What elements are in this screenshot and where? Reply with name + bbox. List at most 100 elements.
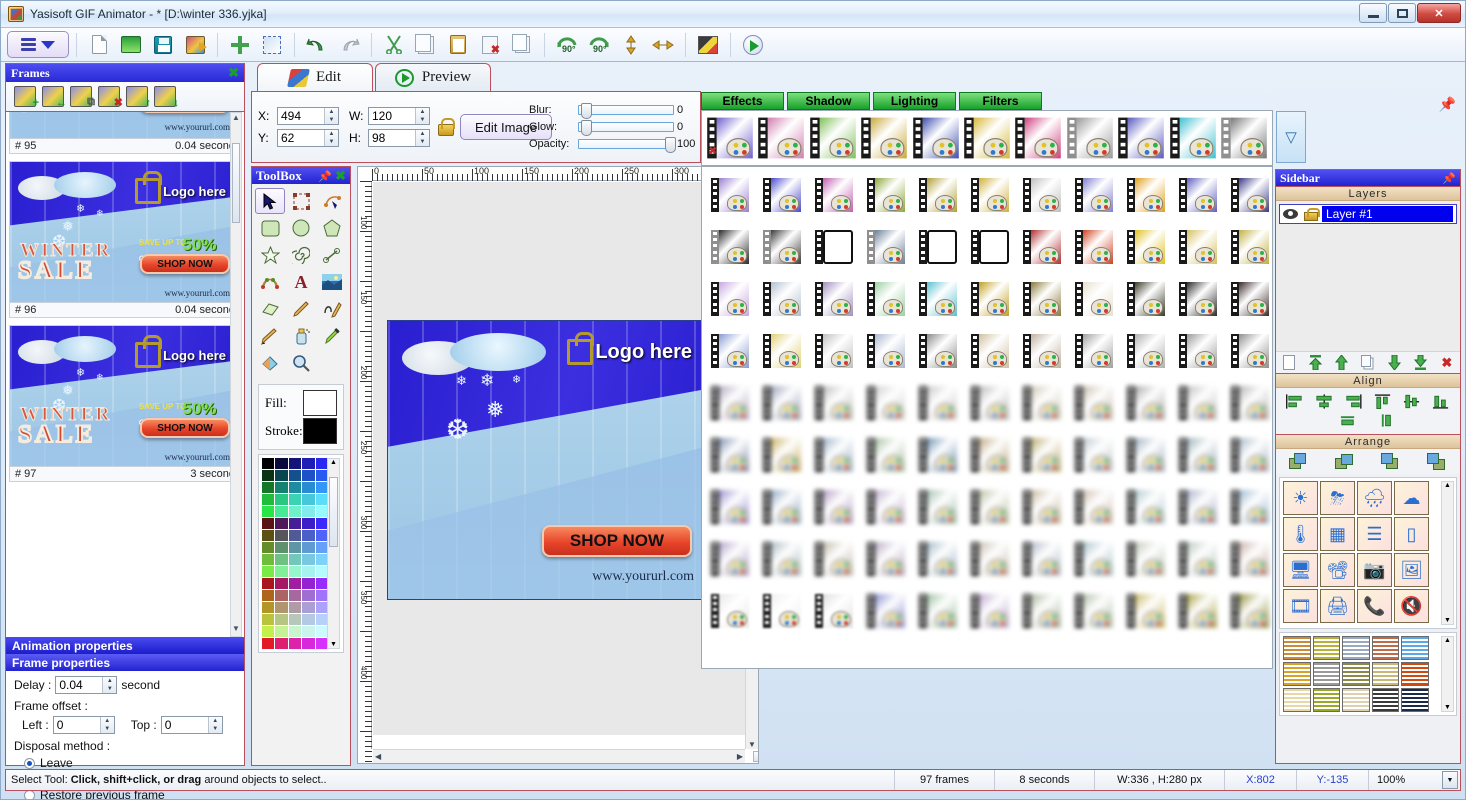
move-frame-up-button[interactable]: ↑ [126,86,151,109]
palette-swatch[interactable] [302,482,315,493]
pencil-tool[interactable] [286,296,316,322]
list-item[interactable]: Layer #1 [1279,204,1457,224]
palette-swatch[interactable] [262,518,275,529]
palette-swatch[interactable] [302,494,315,505]
effect-preset[interactable] [1016,169,1068,221]
stepper-arrows[interactable]: ▲ ▼ [102,677,117,693]
fill-tool[interactable] [255,350,285,376]
palette-swatch[interactable] [288,638,302,649]
gradient-swatch[interactable] [1342,662,1370,686]
frames-list[interactable]: Logo here WINTER SAVE UP TO 50% ON ALL I… [6,112,244,637]
frames-scrollbar[interactable]: ▲ ▼ [230,112,242,637]
palette-swatch[interactable] [302,590,315,601]
effect-preset[interactable] [1224,429,1272,481]
palette-swatch[interactable] [302,530,315,541]
sun-icon[interactable]: ☀ [1283,481,1318,515]
effect-preset[interactable] [704,221,756,273]
palette-swatch[interactable] [262,554,275,565]
palette-swatch[interactable] [288,542,302,553]
effect-preset[interactable] [808,533,860,585]
gradient-swatch[interactable] [1283,688,1311,712]
effect-preset[interactable] [1120,533,1172,585]
effect-preset[interactable] [1016,429,1068,481]
effect-preset[interactable] [1120,273,1172,325]
effect-preset[interactable] [912,533,964,585]
scroll-down-arrow[interactable]: ▼ [231,624,241,636]
palette-swatch[interactable] [275,542,288,553]
palette-swatch[interactable] [288,566,302,577]
tab-shadow[interactable]: Shadow [787,92,870,110]
palette-swatch[interactable] [275,494,288,505]
gradient-swatch[interactable] [1283,662,1311,686]
list-icon[interactable]: ☰ [1357,517,1392,551]
effects-collapse-button[interactable]: ▽ [1276,111,1306,163]
effect-preset[interactable] [704,585,756,637]
effect-preset[interactable] [1120,429,1172,481]
effect-preset[interactable] [808,429,860,481]
effect-preset[interactable] [860,429,912,481]
palette-swatch[interactable] [302,614,315,625]
palette-swatch[interactable] [288,482,302,493]
effect-preset[interactable] [808,273,860,325]
image-tool[interactable] [317,269,347,295]
tab-edit[interactable]: Edit [257,63,373,91]
send-to-back-icon[interactable] [1427,453,1447,470]
palette-swatch[interactable] [288,590,302,601]
effect-preset[interactable] [807,113,858,163]
effect-preset[interactable] [1068,221,1120,273]
fill-color-swatch[interactable] [303,390,337,416]
effect-preset[interactable] [808,481,860,533]
effect-preset[interactable] [964,169,1016,221]
grid-layout-icon[interactable]: ▦ [1320,517,1355,551]
list-item[interactable]: Logo here WINTER SAVE UP TO 50% ON ALL I… [9,112,241,154]
effect-preset[interactable] [756,429,808,481]
delete-layer-icon[interactable]: ✖ [1438,354,1456,371]
effect-preset[interactable] [1224,169,1272,221]
camera-icon[interactable]: 📷 [1357,553,1392,587]
distribute-horizontal-icon[interactable] [1339,412,1357,429]
star-tool[interactable] [255,242,285,268]
duplicate-layer-icon[interactable] [1359,354,1377,371]
effect-preset[interactable] [912,273,964,325]
top-stepper[interactable]: ▲▼ [160,716,223,734]
palette-swatch[interactable] [302,602,315,613]
stepper-arrows[interactable]: ▲ ▼ [324,130,338,146]
palette-swatch[interactable] [262,566,275,577]
palette-swatch[interactable] [288,602,302,613]
effect-preset[interactable] [1172,585,1224,637]
scroll-up-arrow[interactable]: ▲ [231,113,241,125]
palette-swatch[interactable] [302,542,315,553]
rectangle-tool[interactable] [255,215,285,241]
palette-swatch[interactable] [275,566,288,577]
slider-knob[interactable] [580,120,592,136]
effect-preset[interactable] [1016,377,1068,429]
thunderstorm-icon[interactable]: ⛈ [1320,481,1355,515]
chevron-down-icon[interactable]: ▼ [1442,771,1458,789]
effect-preset[interactable] [1016,221,1068,273]
effect-preset[interactable] [912,585,964,637]
effect-preset[interactable] [1120,377,1172,429]
gradients-library[interactable]: ▲ ▼ [1279,632,1457,716]
effect-preset[interactable] [704,481,756,533]
delete-button[interactable]: ✖ [475,31,505,59]
palette-swatch[interactable] [262,542,275,553]
undo-button[interactable] [302,31,332,59]
align-center-horizontal-icon[interactable] [1315,393,1333,410]
lock-open-icon[interactable] [1304,207,1320,221]
move-tool-button[interactable] [225,31,255,59]
scrollbar-thumb[interactable]: ||| [753,751,758,762]
frame-properties-header[interactable]: Frame properties [6,654,244,671]
stepper-arrows[interactable]: ▲ ▼ [415,108,429,124]
effect-preset[interactable] [808,325,860,377]
effect-preset[interactable] [1016,585,1068,637]
pin-icon[interactable]: 📌 [1442,172,1456,185]
node-select-tool[interactable] [286,188,316,214]
insert-frame-button[interactable]: ← [42,86,67,109]
brush-tool[interactable] [255,323,285,349]
rotate-left-button[interactable]: 90° [552,31,582,59]
gradient-swatch[interactable] [1371,636,1400,660]
palette-swatch[interactable] [288,626,302,637]
redo-button[interactable] [334,31,364,59]
effect-preset[interactable] [964,273,1016,325]
ellipse-tool[interactable] [286,215,316,241]
